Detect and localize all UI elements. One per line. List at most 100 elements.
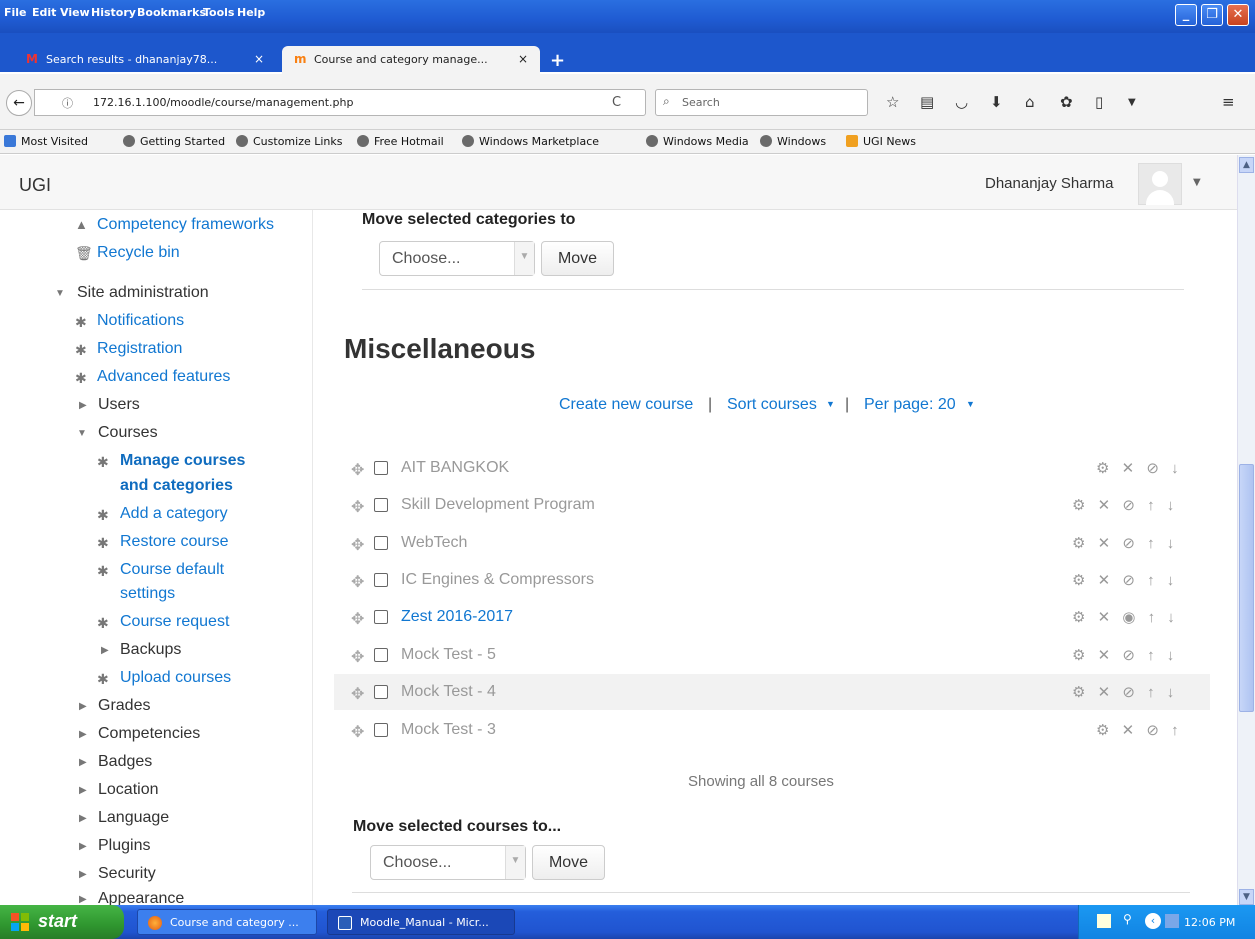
clipboard-icon[interactable]: ▯ <box>1095 93 1103 111</box>
collapsed-triangle-icon[interactable]: ▶ <box>79 785 87 796</box>
user-menu-caret-icon[interactable]: ▼ <box>1193 177 1201 188</box>
sidebar-item-competencies[interactable]: Competencies <box>98 725 200 743</box>
bookmark-windows-media[interactable]: Windows Media <box>646 135 749 148</box>
bookmark-windows[interactable]: Windows <box>760 135 826 148</box>
bookmark-customize-links[interactable]: Customize Links <box>236 135 343 148</box>
collapsed-triangle-icon[interactable]: ▶ <box>79 757 87 768</box>
course-name[interactable]: Mock Test - 5 <box>401 646 496 664</box>
sidebar-item-restore-course[interactable]: Restore course <box>120 533 229 551</box>
pocket-icon[interactable]: ◡ <box>955 93 968 111</box>
course-name[interactable]: Mock Test - 3 <box>401 721 496 739</box>
sidebar-item-plugins[interactable]: Plugins <box>98 837 150 855</box>
course-actions[interactable]: ⚙ ✕ ⊘ ↓ <box>1096 459 1183 477</box>
course-name[interactable]: Zest 2016-2017 <box>401 608 513 626</box>
sidebar-item-users[interactable]: Users <box>98 396 140 414</box>
bookmark-most-visited[interactable]: Most Visited <box>4 135 88 148</box>
course-actions[interactable]: ⚙ ✕ ⊘ ↑ ↓ <box>1072 496 1178 514</box>
bookmark-getting-started[interactable]: Getting Started <box>123 135 225 148</box>
scroll-up-icon[interactable]: ▲ <box>1239 157 1254 173</box>
home-icon[interactable]: ⌂ <box>1025 93 1035 111</box>
course-checkbox[interactable] <box>374 461 388 475</box>
create-new-course-link[interactable]: Create new course <box>559 396 693 414</box>
course-name[interactable]: Skill Development Program <box>401 496 595 514</box>
menu-edit[interactable]: Edit <box>32 6 56 19</box>
dropdown-icon[interactable]: ▼ <box>1128 97 1136 108</box>
collapsed-triangle-icon[interactable]: ▶ <box>79 400 87 411</box>
collapsed-triangle-icon[interactable]: ▶ <box>79 729 87 740</box>
menu-view[interactable]: View <box>60 6 90 19</box>
collapsed-triangle-icon[interactable]: ▶ <box>79 894 87 905</box>
extension-icon[interactable]: ✿ <box>1060 93 1073 111</box>
course-actions[interactable]: ⚙ ✕ ⊘ ↑ <box>1096 721 1183 739</box>
search-input[interactable]: Search <box>655 89 868 116</box>
per-page-link[interactable]: Per page: 20 <box>864 396 956 414</box>
site-name[interactable]: UGI <box>19 175 51 196</box>
move-icon[interactable]: ✥ <box>351 572 364 592</box>
sidebar-item-course-default-settings-line2[interactable]: settings <box>120 585 175 603</box>
taskbar-word[interactable]: Moodle_Manual - Micr... <box>327 909 515 935</box>
course-actions[interactable]: ⚙ ✕ ◉ ↑ ↓ <box>1072 608 1179 626</box>
course-name[interactable]: Mock Test - 4 <box>401 683 496 701</box>
tray-expand-icon[interactable]: ‹ <box>1145 913 1161 929</box>
sidebar-item-grades[interactable]: Grades <box>98 697 150 715</box>
expanded-triangle-icon[interactable]: ▼ <box>55 288 65 299</box>
course-name[interactable]: WebTech <box>401 534 467 552</box>
sidebar-item-badges[interactable]: Badges <box>98 753 152 771</box>
move-icon[interactable]: ✥ <box>351 460 364 480</box>
sidebar-item-add-category[interactable]: Add a category <box>120 505 228 523</box>
sidebar-item-competency-frameworks[interactable]: Competency frameworks <box>97 216 274 234</box>
collapsed-triangle-icon[interactable]: ▶ <box>79 813 87 824</box>
course-checkbox[interactable] <box>374 498 388 512</box>
sidebar-item-registration[interactable]: Registration <box>97 340 182 358</box>
collapsed-triangle-icon[interactable]: ▶ <box>79 869 87 880</box>
course-checkbox[interactable] <box>374 610 388 624</box>
info-icon[interactable]: ⓘ <box>62 95 73 111</box>
scrollbar-thumb[interactable] <box>1239 464 1254 712</box>
bookmark-windows-marketplace[interactable]: Windows Marketplace <box>462 135 599 148</box>
move-icon[interactable]: ✥ <box>351 647 364 667</box>
course-name[interactable]: AIT BANGKOK <box>401 459 509 477</box>
back-button[interactable]: ← <box>6 90 32 116</box>
reload-icon[interactable]: C <box>612 95 621 110</box>
move-categories-select[interactable]: Choose... ▼ <box>379 241 535 276</box>
sidebar-item-language[interactable]: Language <box>98 809 169 827</box>
menu-help[interactable]: Help <box>237 6 265 19</box>
sidebar-item-course-default-settings[interactable]: Course default <box>120 561 224 579</box>
tray-app-icon[interactable] <box>1165 914 1179 928</box>
move-icon[interactable]: ✥ <box>351 684 364 704</box>
move-courses-select[interactable]: Choose... ▼ <box>370 845 526 880</box>
tab-gmail[interactable]: M Search results - dhananjay78... × <box>14 46 276 74</box>
window-close-button[interactable]: ✕ <box>1227 4 1249 26</box>
course-checkbox[interactable] <box>374 536 388 550</box>
bookmark-star-icon[interactable]: ☆ <box>886 93 899 111</box>
download-icon[interactable]: ⬇ <box>990 93 1003 111</box>
tab-moodle[interactable]: m Course and category manage... × <box>282 46 540 74</box>
minimize-button[interactable]: _ <box>1175 4 1197 26</box>
new-tab-button[interactable]: + <box>550 50 565 71</box>
avatar[interactable] <box>1138 163 1182 205</box>
sidebar-item-notifications[interactable]: Notifications <box>97 312 184 330</box>
hamburger-menu-icon[interactable]: ≡ <box>1222 93 1235 111</box>
collapsed-triangle-icon[interactable]: ▶ <box>79 701 87 712</box>
course-checkbox[interactable] <box>374 648 388 662</box>
course-actions[interactable]: ⚙ ✕ ⊘ ↑ ↓ <box>1072 646 1178 664</box>
sort-courses-link[interactable]: Sort courses <box>727 396 817 414</box>
close-tab-icon[interactable]: × <box>254 52 264 66</box>
move-icon[interactable]: ✥ <box>351 535 364 555</box>
sort-caret-icon[interactable]: ▼ <box>826 399 835 409</box>
bookmark-ugi-news[interactable]: UGI News <box>846 135 916 148</box>
help-icon[interactable] <box>1097 914 1111 928</box>
sidebar-item-upload-courses[interactable]: Upload courses <box>120 669 231 687</box>
expanded-triangle-icon[interactable]: ▼ <box>77 428 87 439</box>
sidebar-item-appearance[interactable]: Appearance <box>98 890 184 905</box>
sidebar-item-site-administration[interactable]: Site administration <box>77 284 209 302</box>
sidebar-item-location[interactable]: Location <box>98 781 159 799</box>
menu-history[interactable]: History <box>91 6 136 19</box>
bookmark-free-hotmail[interactable]: Free Hotmail <box>357 135 444 148</box>
menu-file[interactable]: File <box>4 6 27 19</box>
menu-tools[interactable]: Tools <box>203 6 234 19</box>
move-categories-button[interactable]: Move <box>541 241 614 276</box>
menu-bookmarks[interactable]: Bookmarks <box>137 6 206 19</box>
course-name[interactable]: IC Engines & Compressors <box>401 571 594 589</box>
sidebar-item-advanced-features[interactable]: Advanced features <box>97 368 230 386</box>
